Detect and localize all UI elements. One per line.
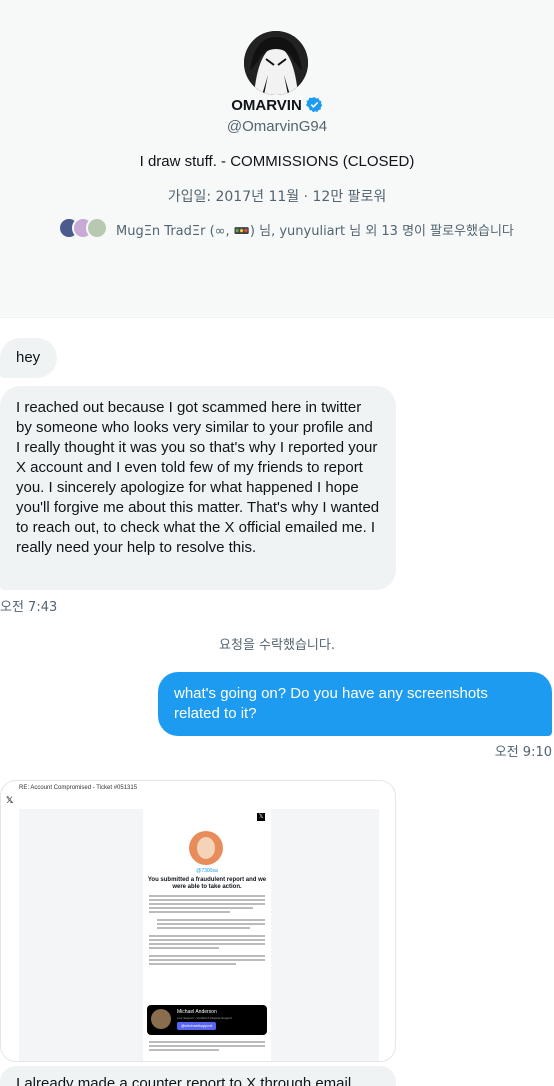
message-timestamp: 오전 7:43 [0,600,58,615]
message-bubble-incoming[interactable]: I already made a counter report to X thr… [0,1066,396,1086]
email-paragraphs [149,895,265,967]
follower-avatar [86,217,108,239]
email-handle: @7300sa [196,868,218,874]
email-contact-name: Michael Anderson [177,1009,217,1015]
profile-name-row: OMARVIN [0,96,554,117]
follower-avatars [58,217,110,241]
email-contact-card: Michael Anderson Live Support • Verified… [147,1005,267,1035]
message-timestamp: 오전 9:10 [494,745,552,760]
followed-by-text: MugΞn TradΞr (∞, 🚥) 님, yunyuliart 님 외 13… [116,223,514,239]
email-heading: You submitted a fraudulent report and we… [147,877,267,890]
x-logo-icon: 𝕏 [6,795,14,805]
profile-bio: I draw stuff. - COMMISSIONS (CLOSED) [139,153,415,170]
system-message: 요청을 수락했습니다. [219,638,335,653]
profile-header: OMARVIN @OmarvinG94 I draw stuff. - COMM… [0,0,554,318]
message-text: I reached out because I got scammed here… [16,399,380,556]
message-text: what's going on? Do you have any screens… [174,685,488,722]
attached-screenshot-image[interactable]: RE: Account Compromised - Ticket #051315… [0,780,396,1062]
profile-avatar[interactable] [244,31,308,95]
message-text: hey [16,349,41,366]
email-body: 𝕏 @7300sa You submitted a fraudulent rep… [143,809,271,1061]
email-contact-role: Live Support • Verified X Dispute Suppor… [177,1016,232,1020]
followed-by-row[interactable]: MugΞn TradΞr (∞, 🚥) 님, yunyuliart 님 외 13… [58,216,514,242]
profile-display-name[interactable]: OMARVIN [231,97,302,114]
email-x-icon: 𝕏 [257,813,265,821]
profile-meta: 가입일: 2017년 11월 · 12만 팔로워 [167,189,387,205]
message-bubble-incoming[interactable]: hey [0,338,57,378]
email-footer-text [149,1041,265,1053]
email-subject: RE: Account Compromised - Ticket #051315 [19,785,138,791]
profile-handle: @OmarvinG94 [226,118,328,135]
email-contact-button: @michaelsupport [177,1022,217,1030]
verified-badge-icon [305,96,323,117]
email-avatar [189,831,223,865]
message-bubble-incoming[interactable]: I reached out because I got scammed here… [0,386,396,590]
message-text: I already made a counter report to X thr… [16,1075,352,1086]
message-bubble-outgoing[interactable]: what's going on? Do you have any screens… [158,672,552,736]
